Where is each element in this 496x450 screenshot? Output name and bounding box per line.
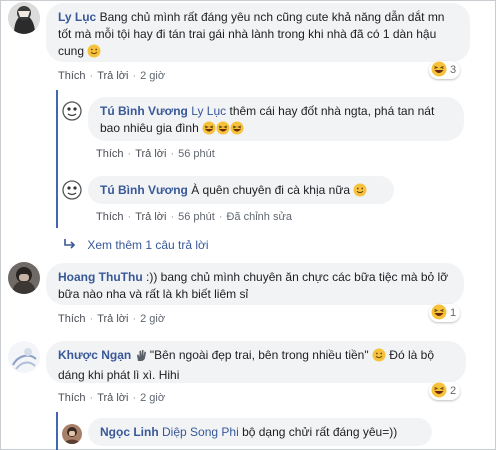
reaction-count: 2 [450,385,457,397]
view-more-replies-link[interactable]: Xem thêm 1 câu trả lời [64,238,209,252]
comment-text: "Bên ngoài đẹp trai, bên trong nhiều tiề… [149,348,369,362]
like-link[interactable]: Thích [58,313,86,325]
laugh-emoji-icon [230,121,244,140]
reply-link[interactable]: Trả lời [135,211,166,223]
reaction-count-badge[interactable]: 3 [429,61,461,80]
commenter-name[interactable]: Tú Bình Vương [100,183,188,197]
like-link[interactable]: Thích [96,148,124,160]
reply-link[interactable]: Trả lời [135,148,166,160]
comment-actions: Thích · Trả lời · 2 giờ [58,70,166,82]
reaction-count-badge[interactable]: 2 [429,382,461,401]
like-link[interactable]: Thích [58,70,86,82]
reply-bubble: Tú Bình Vương À quên chuyên đi cà khịa n… [88,176,394,204]
reply-arrow-icon [64,238,78,252]
avatar[interactable] [62,180,82,200]
timestamp[interactable]: 56 phút [178,148,215,160]
reaction-count: 3 [450,64,457,76]
timestamp[interactable]: 2 giờ [140,392,165,404]
comment-actions: Thích · Trả lời · 2 giờ [58,392,166,404]
avatar[interactable] [62,424,82,444]
comment-bubble: Ly Lục Bang chủ mình rất đáng yêu nch cũ… [46,3,470,62]
comment-text: Bang chủ mình rất đáng yêu nch cũng cute… [58,10,445,58]
reply-link[interactable]: Trả lời [97,313,128,325]
smile-emoji-icon [87,44,101,63]
mentioned-user[interactable]: Ly Lục [191,104,226,118]
commenter-name[interactable]: Hoang ThuThu [58,270,143,284]
reply-link[interactable]: Trả lời [97,70,128,82]
reply-thread-line [56,90,58,228]
reply-actions: Thích · Trả lời · 56 phút · Đã chỉnh sửa [96,211,292,223]
commenter-name[interactable]: Ly Lục [58,10,96,24]
avatar[interactable] [62,101,82,121]
reply-thread-line [56,412,58,450]
mentioned-user[interactable]: Diệp Song Phi [162,425,239,439]
haha-reaction-icon [431,304,447,323]
reply-bubble: Tú Bình Vương Ly Lục thêm cái hay đốt nh… [88,97,464,141]
reply-link[interactable]: Trả lời [97,392,128,404]
smile-emoji-icon [372,348,386,367]
reply-actions: Thích · Trả lời · 56 phút [96,148,215,160]
laugh-emoji-icon [216,121,230,140]
comment-bubble: Khược Ngạn "Bên ngoài đẹp trai, bên tron… [46,341,466,383]
like-link[interactable]: Thích [58,392,86,404]
smile-emoji-icon [353,183,367,202]
comment-text: bộ dạng chửi rất đáng yêu=)) [242,425,398,439]
comment-text: À quên chuyên đi cà khịa nữa [191,183,351,197]
reply-bubble: Ngọc Linh Diệp Song Phi bộ dạng chửi rất… [88,418,432,446]
laugh-emoji-icon [202,121,216,140]
commenter-name[interactable]: Ngọc Linh [100,425,159,439]
timestamp[interactable]: 2 giờ [140,313,165,325]
view-more-replies-label[interactable]: Xem thêm 1 câu trả lời [87,238,208,252]
edited-label: Đã chỉnh sửa [226,211,292,223]
like-link[interactable]: Thích [96,211,124,223]
timestamp[interactable]: 2 giờ [140,70,165,82]
avatar[interactable] [8,2,40,34]
reaction-count: 1 [450,307,457,319]
comment-bubble: Hoang ThuThu :)) bang chủ mình chuyên ăn… [46,263,464,305]
commenter-name[interactable]: Khược Ngạn [58,348,131,362]
comment-actions: Thích · Trả lời · 2 giờ [58,313,166,325]
commenter-name[interactable]: Tú Bình Vương [100,104,188,118]
timestamp[interactable]: 56 phút [178,211,215,223]
avatar[interactable] [8,262,40,294]
reaction-count-badge[interactable]: 1 [429,304,461,323]
haha-reaction-icon [431,61,447,80]
haha-reaction-icon [431,382,447,401]
wave-hand-icon [135,349,147,367]
avatar[interactable] [8,341,40,373]
